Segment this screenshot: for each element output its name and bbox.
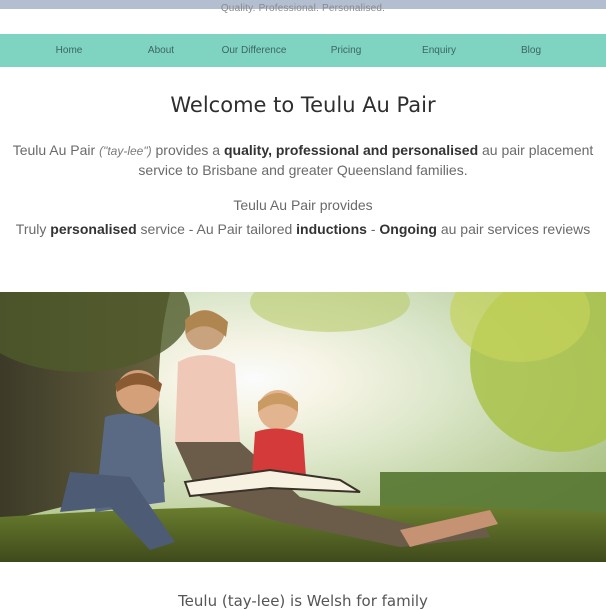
nav-item-enquiry[interactable]: Enquiry xyxy=(422,34,456,67)
service-points: Truly personalised service - Au Pair tai… xyxy=(0,221,606,237)
nav-item-pricing[interactable]: Pricing xyxy=(331,34,362,67)
point2-bold: inductions xyxy=(296,221,367,237)
intro-lead: Teulu Au Pair xyxy=(12,142,100,158)
nav-item-home[interactable]: Home xyxy=(56,34,83,67)
intro-pronunciation: ("tay-lee") xyxy=(99,144,152,158)
point2-pre: Au Pair tailored xyxy=(196,221,297,237)
point3-post: au pair services reviews xyxy=(436,221,591,237)
point1-bold: personalised xyxy=(50,221,137,237)
footer-tagline: Teulu (tay-lee) is Welsh for family xyxy=(178,592,428,610)
point1-post: service xyxy=(136,221,185,237)
intro-paragraph: Teulu Au Pair ("tay-lee") provides a qua… xyxy=(6,141,600,180)
point-separator: - xyxy=(366,221,380,237)
family-reading-photo-icon xyxy=(0,292,606,562)
hero-image xyxy=(0,292,606,562)
main-nav: Home About Our Difference Pricing Enquir… xyxy=(0,34,606,67)
intro-mid: provides a xyxy=(151,142,224,158)
page: Quality. Professional. Personalised. Hom… xyxy=(0,0,606,610)
point-separator: - xyxy=(184,221,197,237)
nav-item-blog[interactable]: Blog xyxy=(521,34,541,67)
nav-item-our-difference[interactable]: Our Difference xyxy=(222,34,287,67)
point1-pre: Truly xyxy=(15,221,51,237)
intro-bold-professional: professional and personalised xyxy=(275,142,479,158)
point3-bold: Ongoing xyxy=(379,221,437,237)
nav-item-about[interactable]: About xyxy=(148,34,174,67)
site-tagline: Quality. Professional. Personalised. xyxy=(220,3,386,14)
provides-heading: Teulu Au Pair provides xyxy=(233,197,373,213)
intro-bold-quality: quality, xyxy=(223,142,272,158)
page-title: Welcome to Teulu Au Pair xyxy=(170,93,436,117)
